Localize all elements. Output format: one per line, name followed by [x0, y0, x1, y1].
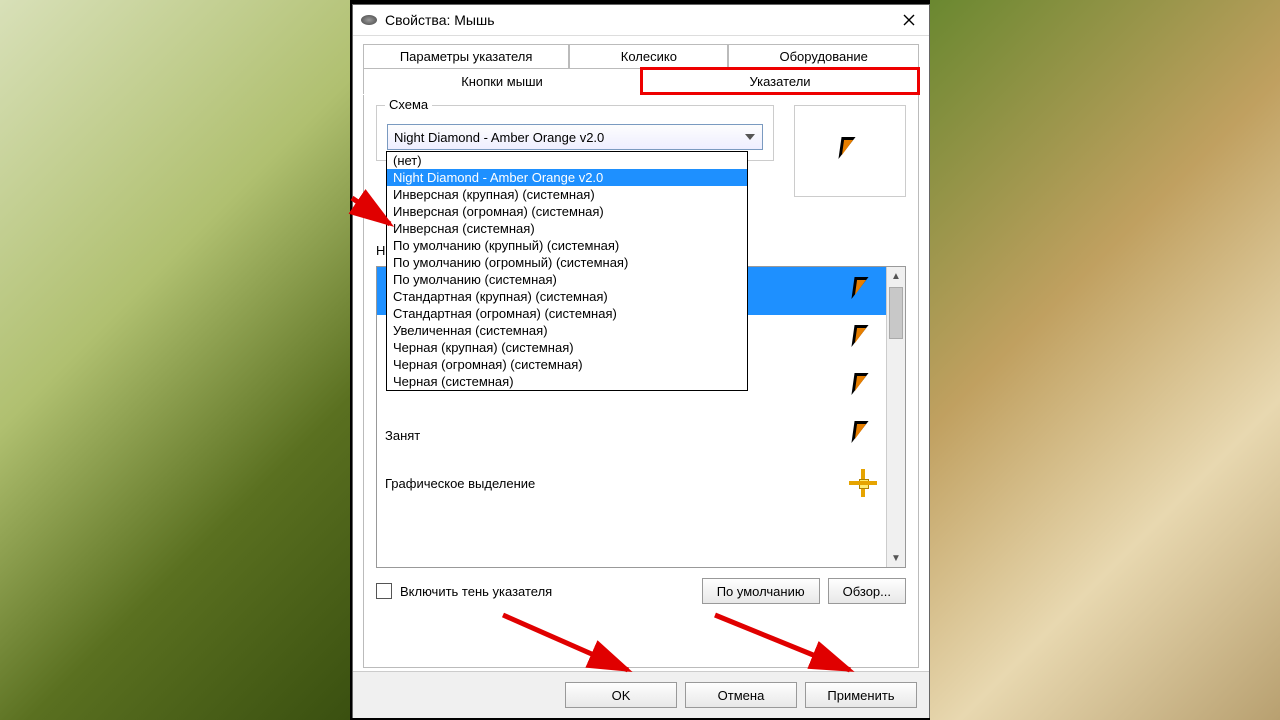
scheme-option[interactable]: Night Diamond - Amber Orange v2.0 — [387, 169, 747, 186]
scheme-option[interactable]: Черная (крупная) (системная) — [387, 339, 747, 356]
default-button[interactable]: По умолчанию — [702, 578, 820, 604]
dialog-footer: OK Отмена Применить — [353, 671, 929, 718]
precision-icon — [849, 469, 877, 497]
cursor-preview — [794, 105, 906, 197]
scheme-option[interactable]: Инверсная (огромная) (системная) — [387, 203, 747, 220]
scheme-option[interactable]: По умолчанию (крупный) (системная) — [387, 237, 747, 254]
cursor-item-label: Занят — [385, 428, 847, 443]
pointer-shadow-checkbox[interactable] — [376, 583, 392, 599]
mouse-properties-dialog: Свойства: Мышь Параметры указателя Колес… — [352, 4, 930, 718]
chevron-down-icon — [742, 129, 758, 145]
cursor-item-label: Графическое выделение — [385, 476, 847, 491]
scheme-option[interactable]: По умолчанию (системная) — [387, 271, 747, 288]
scheme-option[interactable]: Увеличенная (системная) — [387, 322, 747, 339]
pointer-shadow-label: Включить тень указателя — [400, 584, 694, 599]
scrollbar[interactable]: ▲ ▼ — [886, 267, 905, 567]
tab-hardware[interactable]: Оборудование — [728, 44, 919, 68]
titlebar: Свойства: Мышь — [353, 5, 929, 36]
cursor-icon — [849, 421, 877, 449]
scheme-group-label: Схема — [385, 97, 432, 112]
browse-button[interactable]: Обзор... — [828, 578, 906, 604]
tab-strip: Параметры указателя Колесико Оборудовани… — [363, 44, 919, 95]
scheme-option[interactable]: Инверсная (крупная) (системная) — [387, 186, 747, 203]
tab-body-pointers: Схема Night Diamond - Amber Orange v2.0 — [363, 95, 919, 668]
scroll-up-icon[interactable]: ▲ — [887, 267, 905, 285]
close-button[interactable] — [889, 5, 929, 35]
apply-button[interactable]: Применить — [805, 682, 917, 708]
scheme-option[interactable]: Черная (огромная) (системная) — [387, 356, 747, 373]
scheme-option[interactable]: Стандартная (крупная) (системная) — [387, 288, 747, 305]
scheme-option[interactable]: По умолчанию (огромный) (системная) — [387, 254, 747, 271]
scroll-thumb[interactable] — [889, 287, 903, 339]
tab-buttons[interactable]: Кнопки мыши — [363, 68, 641, 94]
cursor-icon — [849, 325, 877, 353]
cursor-icon — [849, 277, 877, 305]
scheme-combobox[interactable]: Night Diamond - Amber Orange v2.0 — [387, 124, 763, 150]
cursor-icon — [849, 373, 877, 401]
window-title: Свойства: Мышь — [385, 12, 889, 28]
scheme-option[interactable]: (нет) — [387, 152, 747, 169]
tab-pointers[interactable]: Указатели — [641, 68, 919, 94]
scheme-option[interactable]: Инверсная (системная) — [387, 220, 747, 237]
cursor-list-item[interactable]: Графическое выделение — [377, 459, 887, 507]
cancel-button[interactable]: Отмена — [685, 682, 797, 708]
scheme-option[interactable]: Стандартная (огромная) (системная) — [387, 305, 747, 322]
tab-wheel[interactable]: Колесико — [569, 44, 728, 68]
tab-pointer-options[interactable]: Параметры указателя — [363, 44, 569, 68]
ok-button[interactable]: OK — [565, 682, 677, 708]
cursor-icon — [836, 137, 864, 165]
scheme-selected-text: Night Diamond - Amber Orange v2.0 — [394, 130, 604, 145]
scheme-option[interactable]: Черная (системная) — [387, 373, 747, 390]
scheme-dropdown-list[interactable]: (нет)Night Diamond - Amber Orange v2.0Ин… — [386, 151, 748, 391]
cursor-list-item[interactable]: Занят — [377, 411, 887, 459]
scroll-down-icon[interactable]: ▼ — [887, 549, 905, 567]
mouse-icon — [361, 15, 377, 25]
